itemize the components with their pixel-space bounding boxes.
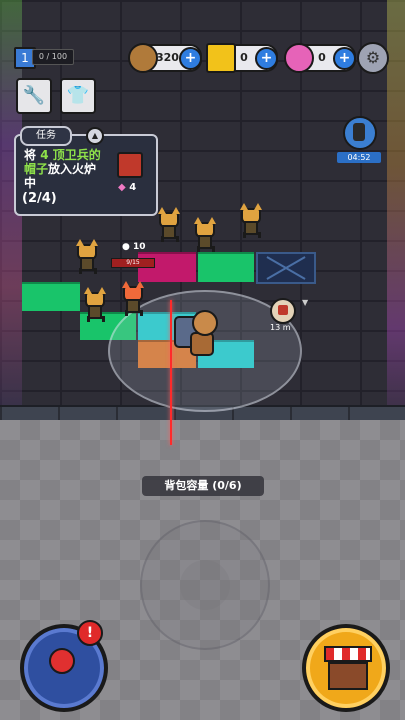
guard-enemy[interactable]	[240, 203, 262, 238]
gem-value: 0	[318, 51, 326, 64]
gear-icon[interactable]: ⚙	[357, 42, 389, 74]
coin-counter: 3203 +	[128, 43, 202, 73]
quest-text-prefix: 将	[24, 148, 37, 162]
metal-crate	[256, 252, 316, 284]
collapse-arrow-icon[interactable]: ▲	[86, 127, 104, 145]
player-character	[174, 310, 218, 356]
add-cheese-button[interactable]: +	[255, 47, 278, 70]
shirt-icon[interactable]: 👕	[60, 78, 96, 114]
gem-icon	[284, 43, 314, 73]
cheese-icon	[206, 43, 236, 73]
quest-description: 将 4 顶卫兵的 帽子放入火炉 中	[24, 148, 120, 190]
wrench-icon[interactable]: 🔧	[16, 78, 52, 114]
alert-icon: !	[77, 620, 103, 646]
coin-value: 3203	[156, 51, 187, 64]
quest-progress: (2/4)	[22, 191, 57, 206]
gem-icon: ◆	[118, 182, 126, 193]
hourglass-icon[interactable]	[343, 116, 377, 150]
enemy-hp-bar: 9/15	[111, 258, 155, 268]
floor-tile-green	[198, 252, 254, 282]
quest-reward-value: 4	[129, 182, 137, 193]
coin-icon	[128, 43, 158, 73]
guard-enemy[interactable]	[158, 207, 180, 242]
guard-enemy-hit[interactable]	[122, 281, 144, 316]
quest-text-suffix: 中	[24, 176, 37, 190]
backpack-capacity: 背包容量 (0/6)	[142, 476, 264, 496]
quest-reward: ◆ 4	[118, 182, 136, 193]
guard-enemy[interactable]	[76, 239, 98, 274]
xp-bar: 0 / 100	[32, 49, 74, 65]
coin-drop-label: ● 10	[122, 242, 146, 252]
direction-arrow-icon: ▼	[302, 298, 309, 307]
quest-count: 4	[40, 148, 49, 162]
guard-enemy[interactable]	[194, 217, 216, 252]
add-coins-button[interactable]: +	[179, 47, 202, 70]
floor-tile-green	[22, 282, 80, 311]
guard-enemy[interactable]	[84, 287, 106, 322]
cheese-value: 0	[240, 51, 248, 64]
cheese-counter: 0 +	[206, 43, 278, 73]
guard-hat-icon	[117, 152, 143, 178]
furnace-marker-icon	[270, 298, 296, 324]
furnace-distance: 13 m	[270, 323, 291, 332]
right-neon-glow	[387, 0, 405, 410]
coin-drop-value: 10	[133, 242, 146, 252]
quest-tab[interactable]: 任务	[20, 126, 72, 146]
gem-counter: 0 +	[284, 43, 356, 73]
add-gems-button[interactable]: +	[333, 47, 356, 70]
event-timer: 04:52	[337, 152, 381, 163]
quest-action: 放入火炉	[48, 162, 97, 176]
quest-target: 顶卫兵的	[52, 148, 101, 162]
aim-laser	[170, 300, 172, 445]
virtual-joystick[interactable]	[140, 520, 270, 650]
quest-item-name: 帽子	[24, 162, 49, 176]
shop-button[interactable]	[302, 624, 390, 712]
